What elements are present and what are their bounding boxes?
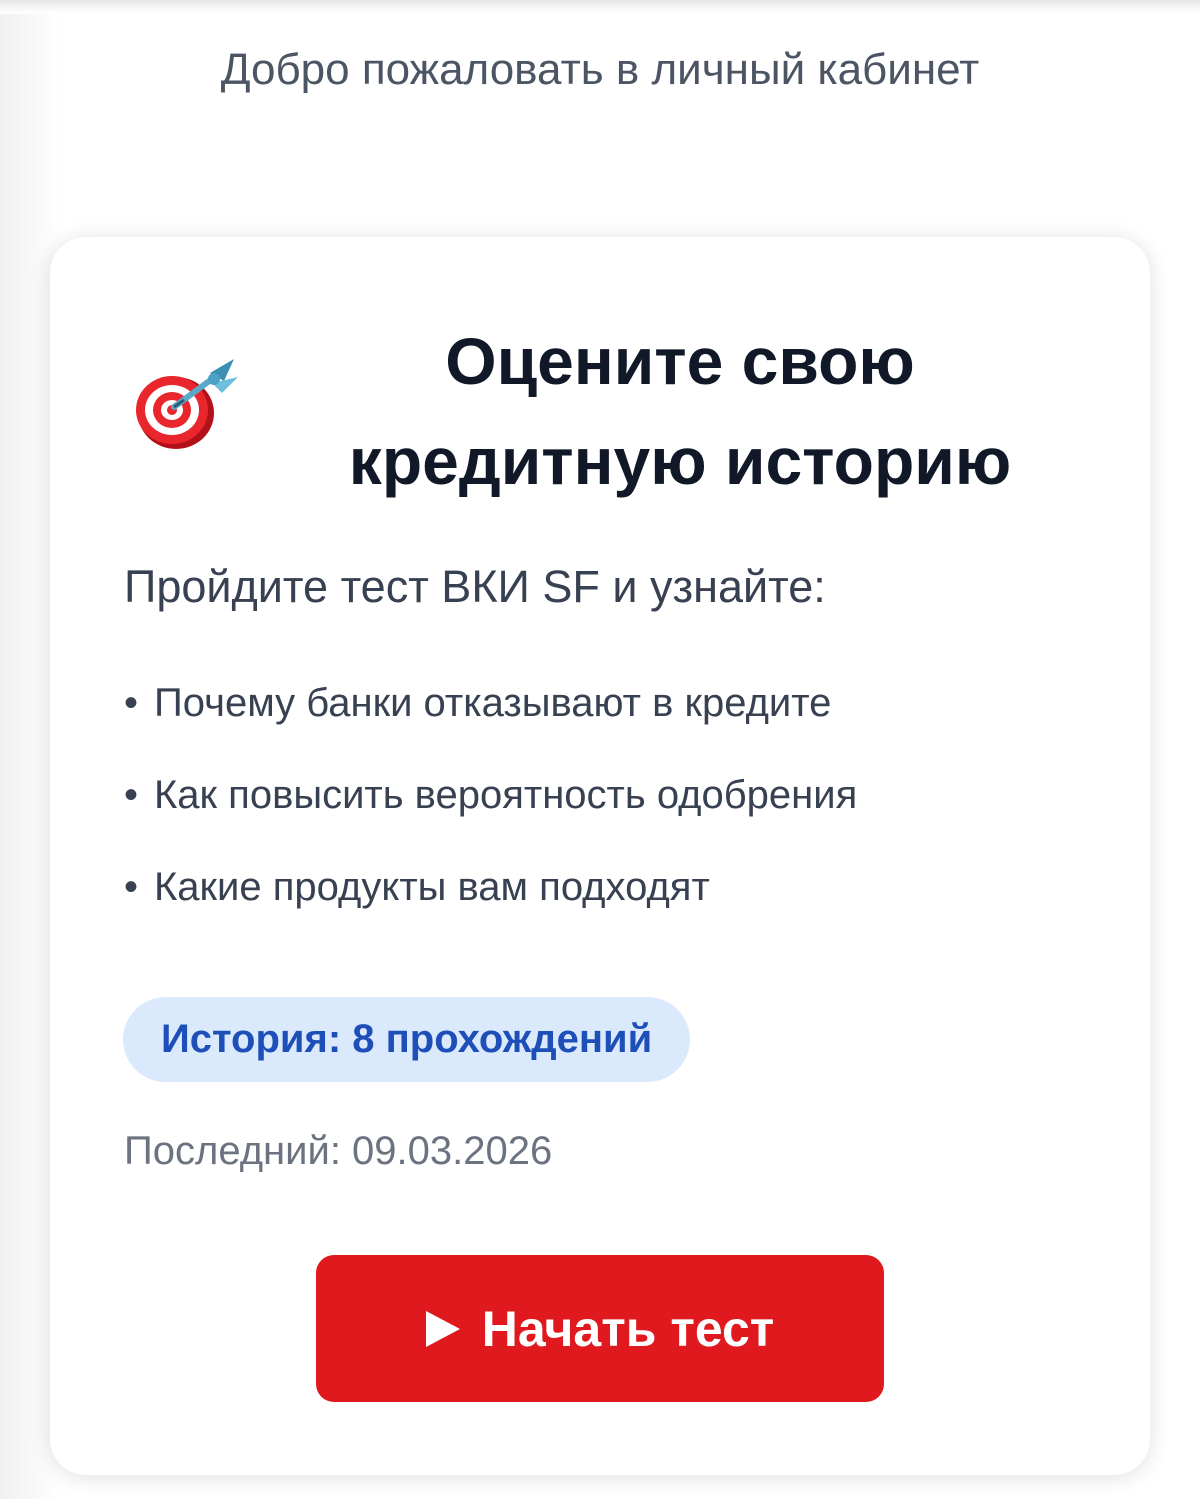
start-test-button[interactable]: Начать тест — [316, 1255, 884, 1402]
bullet: • — [124, 865, 139, 909]
target-dart-icon — [136, 359, 238, 449]
welcome-heading: Добро пожаловать в личный кабинет — [220, 45, 980, 94]
card-title-line-1: Оцените свою — [445, 324, 915, 398]
benefit-item: • Какие продукты вам подходят — [124, 859, 857, 951]
card-subtitle: Пройдите тест ВКИ SF и узнайте: — [124, 561, 826, 612]
card-title: Оцените свою кредитную историю — [280, 311, 1080, 511]
last-passed-date: Последний: 09.03.2026 — [124, 1129, 553, 1173]
benefit-text: Как повысить вероятность одобрения — [154, 773, 858, 817]
benefit-item: • Как повысить вероятность одобрения — [124, 767, 857, 859]
card-title-line-2: кредитную историю — [348, 424, 1012, 498]
start-test-label: Начать тест — [481, 1300, 775, 1357]
benefit-text: Почему банки отказывают в кредите — [154, 681, 832, 725]
play-icon — [425, 1310, 460, 1347]
history-count-badge: История: 8 прохождений — [123, 997, 691, 1082]
benefit-text: Какие продукты вам подходят — [154, 865, 710, 909]
bullet: • — [124, 773, 139, 817]
credit-history-card: Оцените свою кредитную историю Пройдите … — [50, 237, 1150, 1475]
benefits-list: • Почему банки отказывают в кредите • Как … — [124, 675, 857, 951]
top-bar-shadow — [0, 0, 1200, 14]
benefit-item: • Почему банки отказывают в кредите — [124, 675, 857, 767]
bullet: • — [124, 681, 139, 725]
